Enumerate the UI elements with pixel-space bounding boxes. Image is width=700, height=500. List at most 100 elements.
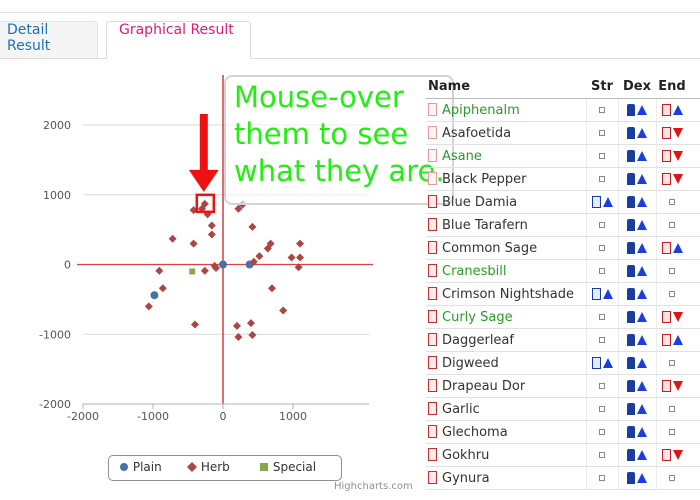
stat-dex-cell <box>617 190 656 214</box>
column-header-dex[interactable]: Dex <box>618 74 656 99</box>
data-point-herb[interactable] <box>248 222 257 231</box>
herb-name-cell[interactable]: Blue Damia <box>426 190 586 214</box>
herb-name-cell[interactable]: Daggerleaf <box>426 328 586 352</box>
herb-name: Common Sage <box>442 240 538 256</box>
table-row[interactable]: Asafoetida <box>426 121 700 145</box>
table-row[interactable]: Gynura <box>426 466 700 490</box>
data-point-herb[interactable] <box>255 252 264 261</box>
herb-name-cell[interactable]: Cranesbill <box>426 259 586 283</box>
herb-name: Gokhru <box>442 447 490 463</box>
table-row[interactable]: Garlic <box>426 397 700 421</box>
data-point-herb[interactable] <box>296 253 304 262</box>
data-point-herb[interactable] <box>207 230 216 239</box>
data-point-herb[interactable] <box>233 321 241 330</box>
arrow-up-icon <box>637 173 647 184</box>
stat-str-cell <box>585 190 618 214</box>
table-row[interactable]: Glechoma <box>426 420 700 444</box>
clipped-cell <box>688 351 700 375</box>
table-row[interactable]: Drapeau Dor <box>426 374 700 398</box>
legend-item-herb[interactable]: Herb <box>187 460 230 474</box>
herb-name-cell[interactable]: Asafoetida <box>426 121 586 145</box>
data-point-herb[interactable] <box>189 239 198 248</box>
stat-end-cell <box>655 374 688 398</box>
herb-card-icon <box>428 263 437 277</box>
table-row[interactable]: Asane <box>426 144 700 168</box>
stat-str-cell <box>585 121 618 145</box>
data-point-plain[interactable] <box>150 291 159 300</box>
clipped-cell <box>688 236 700 260</box>
table-row[interactable]: Digweed <box>426 351 700 375</box>
table-row[interactable]: Crimson Nightshade <box>426 282 700 306</box>
data-point-herb[interactable] <box>200 266 209 275</box>
data-point-herb[interactable] <box>144 302 153 311</box>
data-point-herb[interactable] <box>207 221 216 230</box>
stat-str-cell <box>585 351 618 375</box>
column-header-end[interactable]: End <box>656 74 688 99</box>
table-row[interactable]: Black Pepper <box>426 167 700 191</box>
data-point-herb[interactable] <box>268 284 276 293</box>
column-header-clipped <box>688 74 700 99</box>
herb-name-cell[interactable]: Glechoma <box>426 420 586 444</box>
data-point-herb[interactable] <box>168 234 177 243</box>
neutral-dot-icon <box>669 268 676 274</box>
herb-name-cell[interactable]: Drapeau Dor <box>426 374 586 398</box>
column-header-name[interactable]: Name <box>426 74 586 99</box>
chart-legend: Plain Herb Special <box>108 455 342 481</box>
herb-name: Asane <box>442 148 482 164</box>
table-row[interactable]: Blue Damia <box>426 190 700 214</box>
tab-detail-result[interactable]: Detail Result <box>0 21 98 58</box>
stat-dex-cell <box>617 466 656 490</box>
table-row[interactable]: Apiphenalm <box>426 98 700 122</box>
data-point-herb[interactable] <box>158 284 167 293</box>
herb-name-cell[interactable]: Curly Sage <box>426 305 586 329</box>
legend-item-special[interactable]: Special <box>259 460 316 474</box>
table-row[interactable]: Daggerleaf <box>426 328 700 352</box>
data-point-plain[interactable] <box>219 260 227 269</box>
table-row[interactable]: Curly Sage <box>426 305 700 329</box>
table-header-row: Name Str Dex End <box>426 74 700 99</box>
herb-name-cell[interactable]: Blue Tarafern <box>426 213 586 237</box>
herb-name-cell[interactable]: Garlic <box>426 397 586 421</box>
stat-dex-cell <box>617 351 656 375</box>
data-point-herb[interactable] <box>279 306 288 315</box>
data-point-herb[interactable] <box>248 330 257 339</box>
data-point-herb[interactable] <box>155 266 164 275</box>
herb-name-cell[interactable]: Gokhru <box>426 443 586 467</box>
herb-card-icon <box>428 470 437 484</box>
herb-name-cell[interactable]: Digweed <box>426 351 586 375</box>
herb-name-cell[interactable]: Crimson Nightshade <box>426 282 586 306</box>
table-row[interactable]: Blue Tarafern <box>426 213 700 237</box>
herb-table: Name Str Dex End Apiphenalm Asafoetida Asa… <box>426 74 700 490</box>
result-tabs: Detail Result Graphical Result <box>0 13 700 59</box>
herb-name-cell[interactable]: Common Sage <box>426 236 586 260</box>
table-row[interactable]: Common Sage <box>426 236 700 260</box>
data-point-special[interactable] <box>189 268 196 275</box>
stat-str-cell <box>585 328 618 352</box>
arrow-up-icon <box>637 357 647 368</box>
data-point-herb[interactable] <box>287 253 296 262</box>
herb-name-cell[interactable]: Black Pepper <box>426 167 586 191</box>
neutral-dot-icon <box>599 176 605 182</box>
data-point-herb[interactable] <box>296 239 304 248</box>
data-point-herb[interactable] <box>247 319 255 328</box>
stat-str-cell <box>585 466 618 490</box>
data-point-herb[interactable] <box>191 320 199 329</box>
stat-dex-cell <box>617 236 656 260</box>
stat-glyph-icon <box>627 241 635 254</box>
legend-item-plain[interactable]: Plain <box>119 460 162 474</box>
stat-glyph-icon <box>627 379 635 392</box>
chart-credit[interactable]: Highcharts.com <box>334 481 413 492</box>
arrow-up-icon <box>637 219 647 230</box>
stat-end-cell <box>655 397 688 421</box>
table-row[interactable]: Cranesbill <box>426 259 700 283</box>
herb-name-cell[interactable]: Asane <box>426 144 586 168</box>
tab-graphical-result[interactable]: Graphical Result <box>106 21 251 59</box>
stat-end-cell <box>655 98 688 122</box>
table-row[interactable]: Gokhru <box>426 443 700 467</box>
herb-name-cell[interactable]: Gynura <box>426 466 586 490</box>
column-header-str[interactable]: Str <box>586 74 618 99</box>
arrow-up-icon <box>637 472 647 483</box>
herb-name-cell[interactable]: Apiphenalm <box>426 98 586 122</box>
stat-glyph-icon <box>627 103 635 116</box>
neutral-dot-icon <box>599 337 605 343</box>
